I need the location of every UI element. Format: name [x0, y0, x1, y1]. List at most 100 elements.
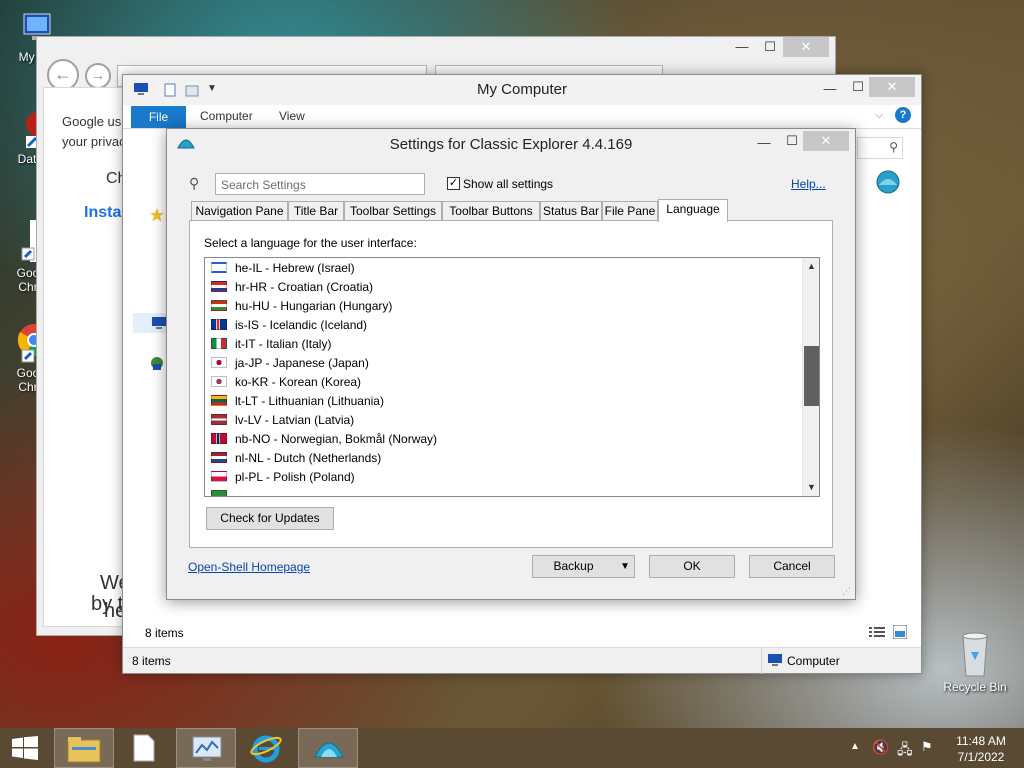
- search-box[interactable]: ⚲: [857, 137, 903, 159]
- close-button[interactable]: ✕: [869, 77, 915, 97]
- help-link[interactable]: Help...: [791, 177, 826, 191]
- close-button[interactable]: ✕: [783, 37, 829, 57]
- ribbon: File Computer View ⌵ ?: [123, 105, 921, 129]
- tab-status-bar[interactable]: Status Bar: [540, 201, 602, 221]
- ok-button[interactable]: OK: [649, 555, 735, 578]
- language-label: it-IT - Italian (Italy): [235, 337, 332, 351]
- shell-icon: [314, 742, 344, 758]
- clock-date: 7/1/2022: [957, 750, 1005, 764]
- show-all-checkbox[interactable]: ✓: [447, 177, 460, 190]
- language-list[interactable]: he-IL - Hebrew (Israel) hr-HR - Croatian…: [204, 257, 820, 497]
- list-item[interactable]: lv-LV - Latvian (Latvia): [211, 411, 731, 430]
- list-item[interactable]: nl-NL - Dutch (Netherlands): [211, 449, 731, 468]
- help-icon[interactable]: ?: [895, 107, 911, 123]
- desktop-icon-label: Recycle Bin: [943, 680, 1007, 694]
- cancel-button[interactable]: Cancel: [749, 555, 835, 578]
- backup-label: Backup: [553, 559, 594, 573]
- status-divider: [761, 648, 762, 674]
- taskbar: ▲ 🔇 🖧 ⚑ 11:48 AM 7/1/2022: [0, 728, 1024, 768]
- language-label: hr-HR - Croatian (Croatia): [235, 280, 374, 294]
- recycle-bin-icon: [962, 632, 988, 677]
- scroll-up-icon[interactable]: ▲: [803, 258, 819, 275]
- norway-flag-icon: [211, 433, 227, 444]
- details-view-icon[interactable]: [869, 626, 885, 638]
- lithuania-flag-icon: [211, 395, 227, 406]
- desktop-icon-recycle-bin[interactable]: Recycle Bin: [939, 630, 1011, 694]
- language-label: ko-KR - Korean (Korea): [235, 375, 362, 389]
- language-label: hu-HU - Hungarian (Hungary): [235, 299, 393, 313]
- tab-language[interactable]: Language: [658, 199, 728, 222]
- network-icon[interactable]: 🖧: [897, 728, 917, 768]
- dialog-titlebar: Settings for Classic Explorer 4.4.169 — …: [167, 129, 855, 159]
- list-item[interactable]: lt-LT - Lithuanian (Lithuania): [211, 392, 731, 411]
- ribbon-tab-computer[interactable]: Computer: [200, 109, 253, 123]
- resize-grip-icon[interactable]: ⋰: [842, 586, 851, 597]
- list-item[interactable]: it-IT - Italian (Italy): [211, 335, 731, 354]
- page-text: by t: [91, 593, 124, 615]
- language-label: he-IL - Hebrew (Israel): [235, 261, 355, 275]
- poland-flag-icon: [211, 471, 227, 482]
- list-item[interactable]: is-IS - Icelandic (Iceland): [211, 316, 731, 335]
- windows-logo-icon: [12, 736, 38, 760]
- tab-file-pane[interactable]: File Pane: [602, 201, 658, 221]
- scroll-thumb[interactable]: [804, 346, 819, 406]
- homepage-link[interactable]: Open-Shell Homepage: [188, 560, 310, 574]
- ribbon-expand-icon[interactable]: ⌵: [875, 109, 883, 122]
- tab-title-bar[interactable]: Title Bar: [288, 201, 344, 221]
- list-item[interactable]: pl-PL - Polish (Poland): [211, 468, 731, 487]
- network-icon[interactable]: [149, 355, 165, 371]
- taskbar-classic-shell[interactable]: [298, 728, 358, 768]
- backup-button[interactable]: Backup ▼: [532, 555, 635, 578]
- list-item[interactable]: he-IL - Hebrew (Israel): [211, 259, 731, 278]
- settings-dialog[interactable]: Settings for Classic Explorer 4.4.169 — …: [166, 128, 856, 600]
- language-label: pl-PL - Polish (Poland): [235, 470, 355, 484]
- items-count: 8 items: [145, 626, 184, 640]
- search-icon: ⚲: [889, 140, 898, 154]
- forward-button[interactable]: →: [85, 63, 111, 89]
- italy-flag-icon: [211, 338, 227, 349]
- volume-muted-icon[interactable]: 🔇: [872, 728, 892, 768]
- ribbon-tab-view[interactable]: View: [279, 109, 305, 123]
- show-hidden-icons[interactable]: ▲: [850, 728, 862, 768]
- list-item[interactable]: hu-HU - Hungarian (Hungary): [211, 297, 731, 316]
- taskbar-notepad[interactable]: [114, 728, 174, 768]
- my-computer-titlebar: ▼ My Computer — ☐ ✕: [123, 75, 921, 105]
- list-item-partial[interactable]: [211, 487, 731, 496]
- tab-navigation-pane[interactable]: Navigation Pane: [191, 201, 288, 221]
- tab-toolbar-buttons[interactable]: Toolbar Buttons: [442, 201, 540, 221]
- internet-explorer-icon: [250, 735, 282, 763]
- ribbon-tab-file[interactable]: File: [131, 106, 186, 128]
- install-link[interactable]: Insta: [84, 204, 121, 222]
- list-item[interactable]: hr-HR - Croatian (Croatia): [211, 278, 731, 297]
- language-label: lt-LT - Lithuanian (Lithuania): [235, 394, 384, 408]
- nav-item-computer[interactable]: [133, 313, 169, 333]
- close-button[interactable]: ✕: [803, 131, 849, 151]
- hungary-flag-icon: [211, 300, 227, 311]
- taskbar-performance[interactable]: [176, 728, 236, 768]
- korea-flag-icon: [211, 376, 227, 387]
- taskbar-internet-explorer[interactable]: [236, 728, 296, 768]
- list-item[interactable]: ja-JP - Japanese (Japan): [211, 354, 731, 373]
- list-item[interactable]: nb-NO - Norwegian, Bokmål (Norway): [211, 430, 731, 449]
- list-item[interactable]: ko-KR - Korean (Korea): [211, 373, 731, 392]
- scroll-down-icon[interactable]: ▼: [803, 479, 819, 496]
- latvia-flag-icon: [211, 414, 227, 425]
- israel-flag-icon: [211, 262, 227, 273]
- clock[interactable]: 11:48 AM 7/1/2022: [948, 728, 1014, 768]
- taskbar-file-explorer[interactable]: [54, 728, 114, 768]
- star-icon: [150, 208, 164, 222]
- status-items: 8 items: [132, 654, 171, 668]
- tab-toolbar-settings[interactable]: Toolbar Settings: [344, 201, 442, 221]
- check-updates-button[interactable]: Check for Updates: [206, 507, 334, 530]
- iceland-flag-icon: [211, 319, 227, 330]
- shell-icon[interactable]: [875, 169, 901, 195]
- chevron-down-icon: ▼: [620, 561, 630, 572]
- large-icons-view-icon[interactable]: [893, 625, 907, 639]
- language-label: nb-NO - Norwegian, Bokmål (Norway): [235, 432, 438, 446]
- language-list-scrollbar[interactable]: ▲ ▼: [802, 258, 819, 496]
- action-center-icon[interactable]: ⚑: [921, 728, 941, 768]
- page-text: your privac: [62, 134, 126, 149]
- language-label: lv-LV - Latvian (Latvia): [235, 413, 355, 427]
- search-settings-input[interactable]: Search Settings: [215, 173, 425, 195]
- start-button[interactable]: [0, 728, 52, 768]
